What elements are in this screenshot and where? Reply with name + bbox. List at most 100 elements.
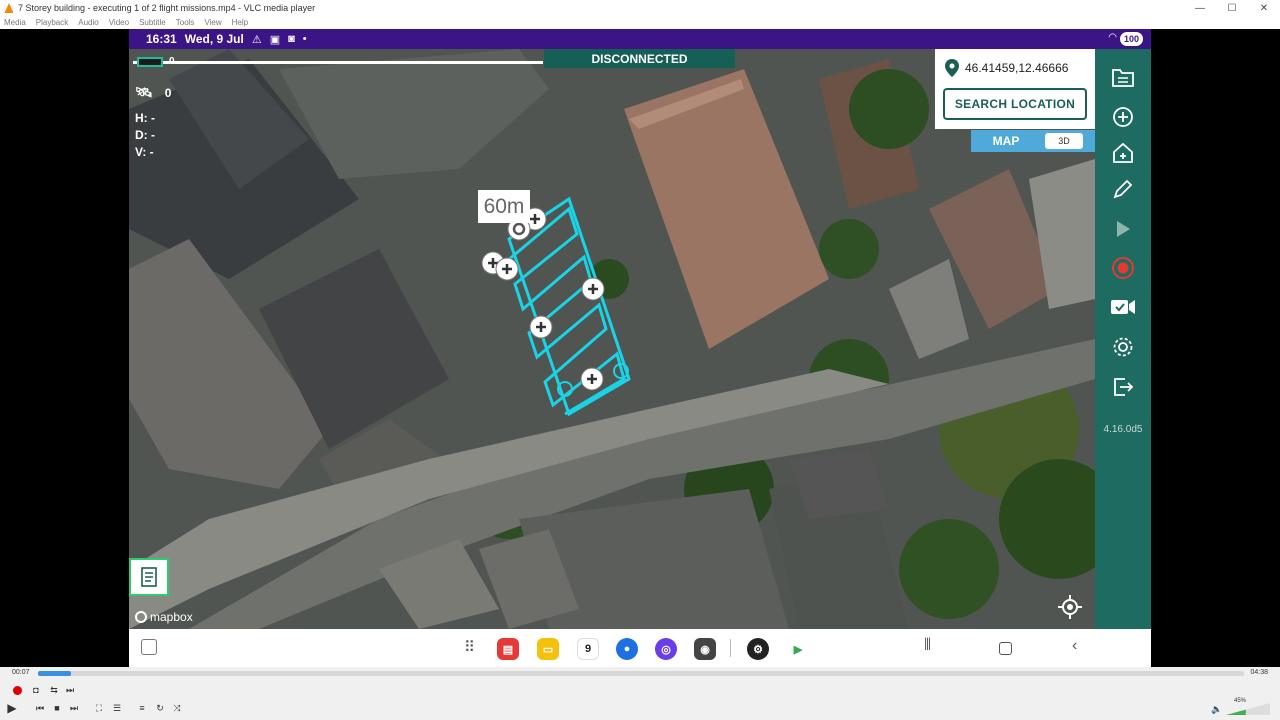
- video-area[interactable]: 16:31 Wed, 9 Jul ⚠ ▣ ◙ • ◠ 100 0 DISCONN…: [0, 29, 1280, 667]
- screenshot-icon: ▣: [269, 33, 281, 46]
- files-icon: [1112, 69, 1134, 87]
- recent-apps-icon[interactable]: [141, 639, 157, 655]
- edit-button[interactable]: [1109, 175, 1137, 203]
- menu-video[interactable]: Video: [109, 18, 129, 27]
- menu-subtitle[interactable]: Subtitle: [139, 18, 166, 27]
- mapbox-attribution[interactable]: mapbox: [135, 610, 193, 624]
- waypoint-marker[interactable]: [581, 277, 605, 301]
- stop-icon[interactable]: ■: [50, 702, 64, 714]
- volume-slider[interactable]: [1226, 703, 1270, 715]
- home-icon: [1113, 142, 1133, 163]
- frame-step-icon[interactable]: ⏭: [63, 684, 77, 696]
- vlc-menu-bar: Media Playback Audio Video Subtitle Tool…: [0, 16, 1280, 29]
- volume-percent: 45%: [1234, 698, 1247, 704]
- loop-ab-icon[interactable]: ⇆: [47, 684, 61, 696]
- settings-icon: [1113, 337, 1133, 357]
- next-icon[interactable]: ⏭: [67, 702, 81, 714]
- home-point-button[interactable]: [1109, 139, 1137, 167]
- waypoint-marker[interactable]: [580, 367, 604, 391]
- mapbox-logo-icon: [135, 611, 147, 623]
- screen-record-icon: ◙: [288, 33, 295, 45]
- 3d-view-button[interactable]: 3D: [1045, 133, 1083, 149]
- vlc-cone-icon: [5, 3, 13, 13]
- notes-button[interactable]: [129, 558, 169, 596]
- altitude-label: 60m: [478, 190, 530, 223]
- settings-button[interactable]: [1109, 333, 1137, 361]
- app-icon-folder[interactable]: ▭: [537, 638, 559, 660]
- minimize-button[interactable]: —: [1184, 0, 1216, 16]
- back-nav-icon[interactable]: ‹: [1072, 637, 1077, 655]
- menu-audio[interactable]: Audio: [78, 18, 98, 27]
- exit-icon: [1114, 378, 1134, 396]
- window-title: 7 Storey building - executing 1 of 2 fli…: [18, 3, 316, 13]
- document-icon: [141, 567, 157, 587]
- record-video-button[interactable]: [13, 686, 22, 695]
- previous-icon[interactable]: ⏮: [33, 702, 47, 714]
- app-icon-messages[interactable]: ●: [616, 638, 638, 660]
- waypoint-marker[interactable]: [495, 257, 519, 281]
- satellite-count: 🛰 0: [135, 84, 171, 101]
- seek-bar[interactable]: [38, 671, 1244, 676]
- snapshot-icon[interactable]: ◘: [29, 684, 43, 696]
- recents-nav-icon[interactable]: ⦀: [924, 637, 931, 655]
- satellite-count-value: 0: [164, 85, 172, 100]
- add-icon: [1113, 107, 1133, 127]
- app-drawer-icon[interactable]: ⠿: [464, 638, 475, 656]
- menu-playback[interactable]: Playback: [36, 18, 68, 27]
- android-status-bar: 16:31 Wed, 9 Jul ⚠ ▣ ◙ • ◠ 100: [129, 29, 1151, 49]
- status-date: Wed, 9 Jul: [184, 32, 244, 46]
- my-location-icon[interactable]: [1057, 594, 1083, 620]
- total-time: 04:38: [1250, 669, 1268, 676]
- satellite-map[interactable]: 0 DISCONNECTED 🛰 0 H: - D: - V: - 46.414…: [129, 49, 1095, 629]
- exit-button[interactable]: [1109, 373, 1137, 401]
- coordinates-text: 46.41459,12.46666: [965, 61, 1069, 75]
- play-icon: [1117, 221, 1130, 237]
- distance-readout: D: -: [135, 128, 155, 142]
- app-icon-drone-settings[interactable]: ⚙: [747, 638, 769, 660]
- speaker-icon[interactable]: 🔈: [1210, 703, 1224, 715]
- play-button[interactable]: ▶: [5, 701, 19, 715]
- waypoint-marker[interactable]: [529, 315, 553, 339]
- mission-start-marker[interactable]: [557, 381, 573, 397]
- camera-button[interactable]: [1109, 293, 1137, 321]
- coordinates-display: 46.41459,12.46666: [945, 59, 1068, 77]
- app-icon-play-store[interactable]: ▶: [787, 638, 809, 660]
- map-view-button[interactable]: MAP: [971, 134, 1041, 148]
- menu-media[interactable]: Media: [4, 18, 26, 27]
- app-icon-calendar[interactable]: 9: [577, 638, 599, 660]
- taskbar-divider: [730, 639, 731, 657]
- app-icon-notes[interactable]: ▤: [497, 638, 519, 660]
- search-location-button[interactable]: SEARCH LOCATION: [943, 88, 1087, 120]
- menu-help[interactable]: Help: [232, 18, 248, 27]
- elapsed-time: 00:07: [12, 669, 30, 676]
- files-button[interactable]: [1109, 63, 1137, 91]
- maximize-button[interactable]: ☐: [1216, 0, 1248, 16]
- loop-icon[interactable]: ↻: [153, 702, 167, 714]
- waypoint-markers: [481, 207, 629, 397]
- play-mission-button[interactable]: [1109, 215, 1137, 243]
- mission-endpoint-marker[interactable]: [613, 363, 629, 379]
- fullscreen-icon[interactable]: ⛶: [92, 702, 106, 714]
- app-icon-camera[interactable]: ◉: [694, 638, 716, 660]
- home-nav-icon[interactable]: [999, 642, 1012, 655]
- battery-indicator: 100: [1119, 32, 1143, 46]
- close-button[interactable]: ✕: [1248, 0, 1280, 16]
- dot-icon: •: [302, 33, 307, 45]
- extended-settings-icon[interactable]: ☰: [110, 702, 124, 714]
- velocity-readout: V: -: [135, 145, 154, 159]
- app-icon-browser[interactable]: ◎: [655, 638, 677, 660]
- vlc-title-bar: 7 Storey building - executing 1 of 2 fli…: [0, 0, 1280, 16]
- app-version: 4.16.0d5: [1103, 424, 1143, 435]
- telemetry-panel: 🛰 0 H: - D: - V: -: [135, 84, 171, 162]
- mission-progress: 0: [133, 56, 543, 67]
- menu-view[interactable]: View: [204, 18, 221, 27]
- playlist-icon[interactable]: ≡: [135, 702, 149, 714]
- height-readout: H: -: [135, 111, 155, 125]
- add-mission-button[interactable]: [1109, 103, 1137, 131]
- shuffle-icon[interactable]: ⤨: [170, 702, 184, 714]
- connection-status: DISCONNECTED: [544, 49, 735, 68]
- record-button[interactable]: [1109, 254, 1137, 282]
- menu-tools[interactable]: Tools: [176, 18, 195, 27]
- location-panel: 46.41459,12.46666 SEARCH LOCATION: [935, 49, 1095, 129]
- window-controls: — ☐ ✕: [1184, 0, 1280, 16]
